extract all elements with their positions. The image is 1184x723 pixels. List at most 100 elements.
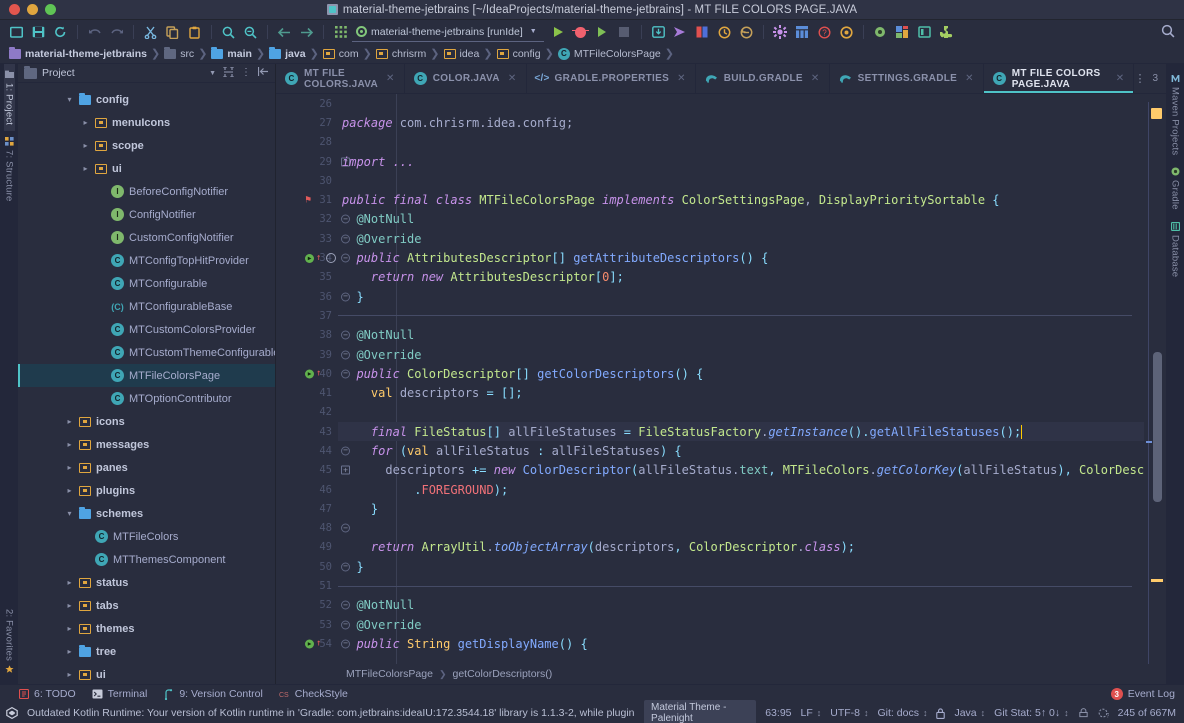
breadcrumb-item-com[interactable]: com	[320, 45, 362, 63]
tree-item-config[interactable]: ▾ config	[18, 88, 275, 111]
code-line[interactable]: @NotNull	[338, 326, 1144, 345]
breadcrumb-item-config[interactable]: config	[494, 45, 544, 63]
tree-item-scope[interactable]: ▸ scope	[18, 134, 275, 157]
gutter-line[interactable]: 33−	[276, 229, 350, 248]
sidebar-item-structure[interactable]: 7: Structure	[4, 131, 15, 208]
code-line[interactable]: public final class MTFileColorsPage impl…	[338, 190, 1144, 209]
history-icon[interactable]	[714, 22, 735, 42]
grid-icon[interactable]	[330, 22, 351, 42]
code-line[interactable]: @Override	[338, 229, 1144, 248]
open-folder-icon[interactable]	[6, 22, 27, 42]
git-stat[interactable]: Git Stat: 5↑ 0↓	[994, 707, 1068, 719]
modified-line-marker[interactable]	[1151, 579, 1163, 582]
editor-tab-mt-file-colors-page-java[interactable]: C MT FILE COLORS PAGE.JAVA ✕	[983, 64, 1135, 93]
breadcrumb-class[interactable]: MTFileColorsPage	[346, 668, 433, 680]
undo-icon[interactable]	[84, 22, 105, 42]
settings-sync-icon[interactable]	[1078, 708, 1089, 719]
tree-item-tabs[interactable]: ▸ tabs	[18, 594, 275, 617]
code-line[interactable]	[338, 403, 1144, 422]
run-gutter-icon[interactable]: ▶ ↑	[305, 369, 324, 379]
breadcrumb-method[interactable]: getColorDescriptors()	[453, 668, 553, 680]
sidebar-item-favorites[interactable]: 2: Favorites	[4, 603, 15, 680]
tree-expand-arrow[interactable]: ▸	[65, 647, 74, 656]
bottom-item-version-control[interactable]: 9: Version Control	[163, 688, 263, 700]
tree-item-mtconfigurable[interactable]: C MTConfigurable	[18, 272, 275, 295]
status-message[interactable]: Outdated Kotlin Runtime: Your version of…	[27, 707, 635, 719]
more-tabs-icon[interactable]: ⋮	[1134, 73, 1145, 84]
bottom-item-todo[interactable]: 6: TODO	[18, 688, 76, 700]
warning-marker[interactable]	[1151, 108, 1162, 119]
gutter-line[interactable]: 42	[276, 403, 338, 422]
close-tab-icon[interactable]: ✕	[677, 73, 686, 84]
breadcrumb-item-module[interactable]: material-theme-jetbrains	[6, 45, 150, 63]
code-line[interactable]: public ColorDescriptor[] getColorDescrip…	[338, 364, 1144, 383]
gutter-line[interactable]: 38−	[276, 326, 350, 345]
theme-indicator[interactable]: Material Theme - Palenight	[644, 700, 757, 723]
tree-item-menuicons[interactable]: ▸ menuIcons	[18, 111, 275, 134]
navigation-breadcrumb[interactable]: material-theme-jetbrains ❯ src ❯ main ❯ …	[0, 44, 1184, 64]
extension-puzzle-icon[interactable]	[936, 22, 957, 42]
tree-item-mtconfigtophitprovider[interactable]: C MTConfigTopHitProvider	[18, 249, 275, 272]
memory-indicator[interactable]: 245 of 667M	[1118, 707, 1176, 719]
breadcrumb-item-idea[interactable]: idea	[441, 45, 483, 63]
tree-item-plugins[interactable]: ▸ plugins	[18, 479, 275, 502]
save-icon[interactable]	[28, 22, 49, 42]
redo-icon[interactable]	[106, 22, 127, 42]
run-gutter-icon[interactable]: ▶ ↑	[305, 639, 324, 649]
git-branch[interactable]: Git: docs	[878, 707, 928, 719]
tree-item-panes[interactable]: ▸ panes	[18, 456, 275, 479]
commit-icon[interactable]	[670, 22, 691, 42]
code-line[interactable]: val descriptors = [];	[338, 383, 1144, 402]
database-icon[interactable]	[914, 22, 935, 42]
run-with-coverage-button[interactable]	[592, 22, 613, 42]
plugins-icon[interactable]	[836, 22, 857, 42]
event-log-button[interactable]: 3 Event Log	[1110, 688, 1184, 700]
code-line[interactable]: package com.chrisrm.idea.config;	[338, 113, 1144, 132]
gutter-line[interactable]: 29 +	[276, 152, 350, 171]
code-line[interactable]: return new AttributesDescriptor[0];	[338, 268, 1144, 287]
editor-right-rail[interactable]	[1144, 94, 1166, 664]
code-line[interactable]: descriptors += new ColorDescriptor(allFi…	[338, 461, 1144, 480]
hide-panel-icon[interactable]	[257, 67, 269, 79]
tree-expand-arrow[interactable]: ▸	[81, 141, 90, 150]
project-tree[interactable]: ▾ config ▸ menuIcons ▸ scope ▸ ui I BeforeConfigN…	[18, 83, 275, 684]
tree-item-status[interactable]: ▸ status	[18, 571, 275, 594]
code-line[interactable]: public AttributesDescriptor[] getAttribu…	[338, 248, 1144, 267]
project-panel-actions[interactable]: ▼ ⋮	[209, 65, 269, 80]
file-encoding[interactable]: UTF-8	[830, 707, 868, 719]
breadcrumb-item-java[interactable]: java	[266, 45, 308, 63]
bottom-item-terminal[interactable]: Terminal	[92, 688, 147, 700]
editor-tab-build-gradle[interactable]: BUILD.GRADLE ✕	[696, 64, 830, 93]
code-content[interactable]: package com.chrisrm.idea.config; import .…	[338, 94, 1144, 664]
gutter-line[interactable]: 26	[276, 94, 338, 113]
update-project-icon[interactable]	[648, 22, 669, 42]
collapse-all-icon[interactable]	[223, 65, 234, 80]
code-line[interactable]: @NotNull	[338, 596, 1144, 615]
breadcrumb-item-src[interactable]: src	[161, 45, 197, 63]
gutter-line[interactable]: 36−	[276, 287, 350, 306]
editor-tabs-actions[interactable]: ⋮ 3	[1134, 64, 1166, 93]
tree-item-ui[interactable]: ▸ ui	[18, 663, 275, 684]
gutter-line[interactable]: 52−	[276, 596, 350, 615]
project-structure-icon[interactable]	[792, 22, 813, 42]
tree-expand-arrow[interactable]: ▸	[65, 670, 74, 679]
tree-expand-arrow[interactable]: ▸	[65, 463, 74, 472]
chevron-down-icon[interactable]: ▼	[209, 70, 216, 77]
cut-icon[interactable]	[140, 22, 161, 42]
rollback-icon[interactable]	[736, 22, 757, 42]
tree-expand-arrow[interactable]: ▸	[81, 118, 90, 127]
tree-item-confignotifier[interactable]: I ConfigNotifier	[18, 203, 275, 226]
kotlin-icon[interactable]	[870, 22, 891, 42]
code-line[interactable]: @Override	[338, 615, 1144, 634]
gutter-line[interactable]: 49	[276, 538, 338, 557]
tree-item-mtcustomthemeconfigurable[interactable]: C MTCustomThemeConfigurable	[18, 341, 275, 364]
tree-expand-arrow[interactable]: ▸	[65, 486, 74, 495]
code-line[interactable]	[338, 306, 1144, 325]
gutter-line[interactable]: 51	[276, 576, 338, 595]
code-line[interactable]: return ArrayUtil. toObjectArray(descripto…	[338, 538, 1144, 557]
search-everywhere-icon[interactable]	[1161, 24, 1175, 41]
code-line[interactable]: final FileStatus[] allFileStatuses = Fil…	[338, 422, 1144, 442]
code-line[interactable]	[338, 94, 1144, 113]
sidebar-item-gradle[interactable]: Gradle	[1170, 161, 1181, 216]
code-line[interactable]: . FOREGROUND);	[338, 480, 1144, 499]
